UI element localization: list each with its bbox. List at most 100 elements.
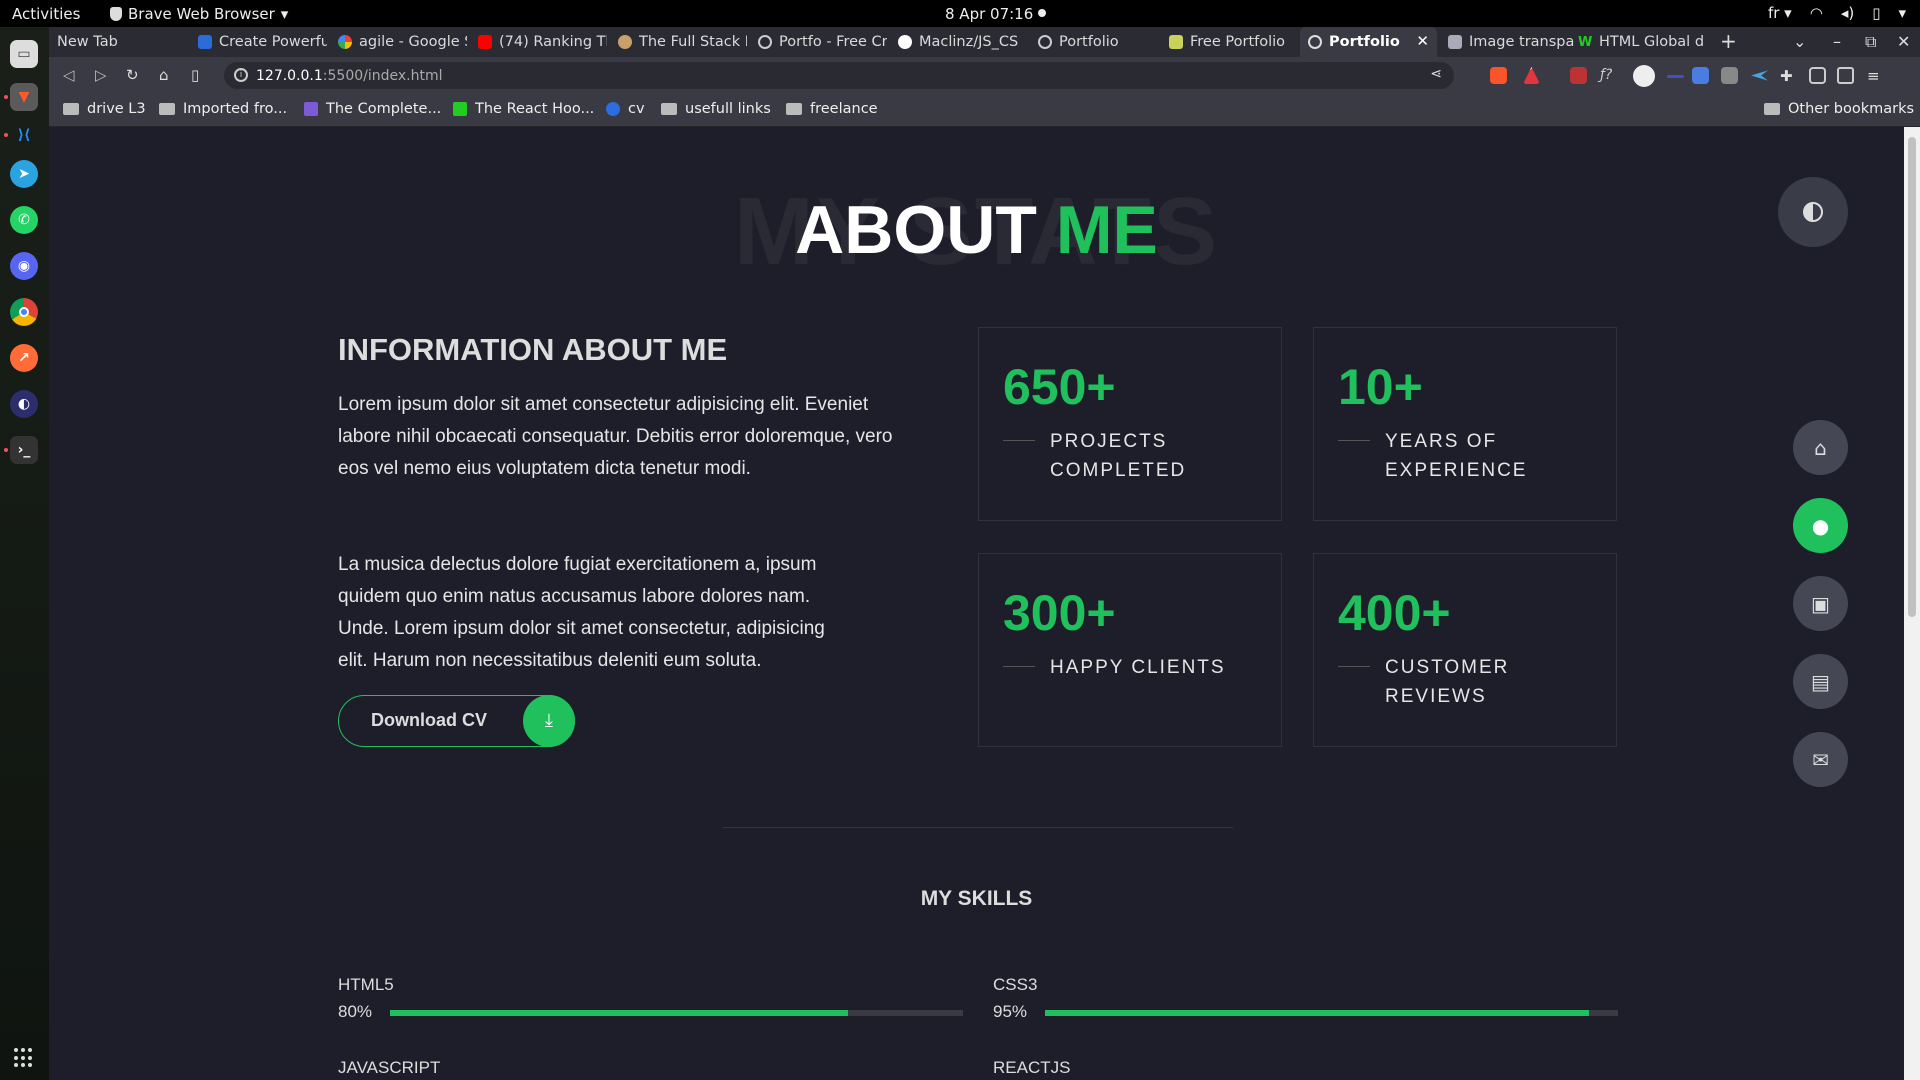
home-icon[interactable]: ⌂: [159, 66, 169, 84]
bookmark-folder[interactable]: freelance: [786, 101, 878, 117]
app-name: Brave Web Browser: [128, 5, 275, 23]
bookmark-icon[interactable]: ▯: [191, 66, 199, 84]
dock: ▭ ▼ ⟩⟨ ➤ ✆ ◉ ↗ ◐ ›_: [0, 27, 49, 1080]
tab-active[interactable]: Portfolio ✕: [1300, 27, 1437, 57]
site-favicon-icon: [1448, 35, 1462, 49]
minimize-icon[interactable]: –: [1833, 32, 1841, 51]
nav-contact-button[interactable]: ✉: [1793, 732, 1848, 787]
stat-label: YEARS OF EXPERIENCE: [1385, 431, 1528, 481]
forward-icon[interactable]: ▷: [95, 66, 107, 84]
brave-rewards-icon[interactable]: [1523, 67, 1540, 84]
section-divider: [723, 827, 1233, 828]
tab[interactable]: W HTML Global d: [1570, 27, 1707, 57]
theme-toggle-button[interactable]: [1778, 177, 1848, 247]
scrollbar[interactable]: [1904, 127, 1920, 1080]
eclipse-icon[interactable]: ◐: [10, 390, 38, 418]
info-title: INFORMATION ABOUT ME: [338, 332, 728, 367]
tab[interactable]: Portfolio: [1030, 27, 1167, 57]
skill-name: REACTJS: [993, 1058, 1071, 1077]
wallet-icon[interactable]: [1837, 67, 1854, 84]
vscode-icon[interactable]: ⟩⟨: [10, 121, 38, 149]
show-apps-icon[interactable]: [14, 1048, 34, 1068]
bookmark-folder[interactable]: drive L3: [63, 101, 146, 117]
globe-favicon-icon: [758, 35, 772, 49]
telegram-icon[interactable]: ➤: [10, 160, 38, 188]
youtube-favicon-icon: [478, 35, 492, 49]
scrollbar-thumb[interactable]: [1908, 137, 1916, 617]
stat-card: 300+ HAPPY CLIENTS: [978, 553, 1282, 747]
reload-icon[interactable]: ↻: [126, 66, 139, 84]
contrast-icon: [1803, 202, 1823, 222]
bookmark-folder[interactable]: usefull links: [661, 101, 771, 117]
translate-icon[interactable]: [1692, 67, 1709, 84]
notification-dot-icon: [1038, 9, 1046, 17]
tab[interactable]: The Full Stack R: [610, 27, 747, 57]
skill-item: HTML5 80%: [338, 975, 963, 1021]
nav-blog-button[interactable]: ▤: [1793, 654, 1848, 709]
function-extension-icon[interactable]: ƒ?: [1600, 67, 1617, 84]
bookmark-link[interactable]: The Complete...: [304, 101, 441, 117]
nav-portfolio-button[interactable]: ▣: [1793, 576, 1848, 631]
tab-title: Image transpa: [1469, 34, 1575, 50]
battery-icon: ▯: [1872, 4, 1881, 22]
download-icon: ⤓: [523, 695, 575, 747]
toolbar: ◁ ▷ ↻ ⌂ ▯ i 127.0.0.1:5500/index.html ⋖ …: [49, 57, 1920, 94]
bookmark-link[interactable]: cv: [606, 101, 645, 117]
running-indicator: [4, 133, 8, 137]
discord-icon[interactable]: ◉: [10, 252, 38, 280]
system-tray[interactable]: fr ▾ ◠ ◂) ▯ ▾: [1768, 4, 1906, 22]
bookmark-folder[interactable]: Imported fro...: [159, 101, 287, 117]
extension-icon[interactable]: [1751, 70, 1768, 81]
files-icon[interactable]: ▭: [10, 40, 38, 68]
tab[interactable]: Create Powerfu: [190, 27, 327, 57]
extension-icon[interactable]: [1721, 67, 1738, 84]
profile-extension-icon[interactable]: [1633, 65, 1655, 87]
chrome-icon[interactable]: [10, 298, 38, 326]
bookmark-link[interactable]: The React Hoo...: [453, 101, 594, 117]
other-bookmarks-folder[interactable]: Other bookmarks: [1764, 101, 1914, 117]
whatsapp-icon[interactable]: ✆: [10, 206, 38, 234]
stat-card: 650+ PROJECTS COMPLETED: [978, 327, 1282, 521]
tab[interactable]: New Tab: [49, 27, 186, 57]
site-favicon-icon: [606, 102, 620, 116]
address-bar[interactable]: i 127.0.0.1:5500/index.html ⋖: [224, 62, 1454, 89]
extension-icon[interactable]: [1570, 67, 1587, 84]
skills-title: MY SKILLS: [920, 887, 1033, 910]
tab-search-icon[interactable]: ⌄: [1793, 32, 1806, 51]
site-info-icon[interactable]: i: [234, 68, 248, 82]
extension-icon[interactable]: [1667, 75, 1684, 78]
brave-icon[interactable]: ▼: [10, 83, 38, 111]
tab[interactable]: Image transpa: [1440, 27, 1577, 57]
tab[interactable]: (74) Ranking Th: [470, 27, 607, 57]
app-menu[interactable]: Brave Web Browser ▾: [110, 5, 288, 23]
close-tab-icon[interactable]: ✕: [1416, 32, 1429, 50]
activities-button[interactable]: Activities: [12, 5, 80, 23]
folder-icon: [786, 103, 802, 115]
download-cv-button[interactable]: Download CV ⤓: [338, 695, 575, 747]
clock[interactable]: 8 Apr 07:16: [945, 5, 1033, 23]
stat-divider: [1003, 666, 1035, 667]
nav-about-button[interactable]: ●: [1793, 498, 1848, 553]
postman-icon[interactable]: ↗: [10, 344, 38, 372]
tab[interactable]: Portfo - Free Cr: [750, 27, 887, 57]
menu-icon[interactable]: ≡: [1867, 67, 1884, 85]
tab[interactable]: Maclinz/JS_CS: [890, 27, 1027, 57]
stat-label: HAPPY CLIENTS: [1050, 657, 1226, 678]
back-icon[interactable]: ◁: [63, 66, 75, 84]
skill-percent: 95%: [993, 1002, 1028, 1021]
brave-shields-icon[interactable]: [1490, 67, 1507, 84]
tab[interactable]: agile - Google S: [330, 27, 467, 57]
skill-name: CSS3: [993, 975, 1038, 994]
language-indicator[interactable]: fr ▾: [1768, 4, 1792, 22]
share-icon[interactable]: ⋖: [1430, 66, 1442, 82]
nav-home-button[interactable]: ⌂: [1793, 420, 1848, 475]
close-window-icon[interactable]: ✕: [1897, 32, 1910, 51]
restore-icon[interactable]: ⧉: [1865, 32, 1876, 52]
power-menu-icon: ▾: [1898, 4, 1906, 22]
terminal-icon[interactable]: ›_: [10, 436, 38, 464]
puzzle-icon[interactable]: ✚: [1780, 67, 1797, 85]
stat-divider: [1338, 440, 1370, 441]
tab[interactable]: Free Portfolio: [1161, 27, 1298, 57]
sidebar-icon[interactable]: [1809, 67, 1826, 84]
new-tab-icon[interactable]: +: [1720, 29, 1737, 53]
